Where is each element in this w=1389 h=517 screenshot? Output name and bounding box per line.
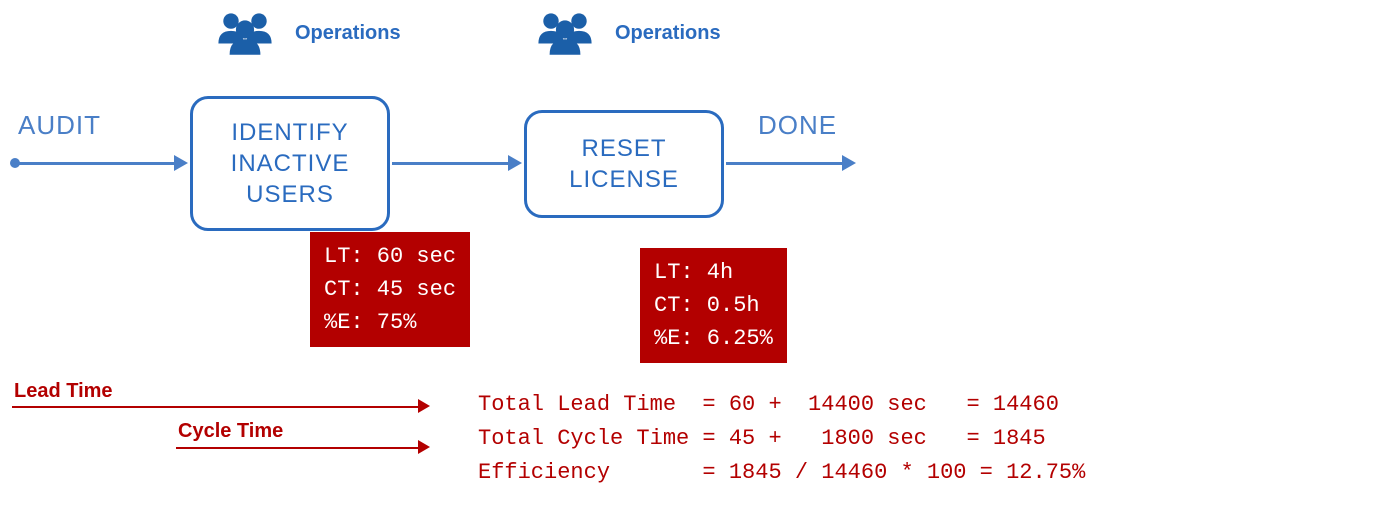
arrow-1-head xyxy=(174,155,188,171)
legend-lead-line xyxy=(12,406,420,408)
role-label-2: Operations xyxy=(615,22,721,45)
process-node-reset: RESET LICENSE xyxy=(524,110,724,218)
value-stream-diagram: Operations Operations AUDIT IDENTIFY INA… xyxy=(0,0,1389,517)
legend-cycle-arrow xyxy=(418,440,430,454)
node-2-text: RESET LICENSE xyxy=(569,133,679,195)
people-icon xyxy=(210,8,280,58)
metrics-box-2: LT: 4h CT: 0.5h %E: 6.25% xyxy=(640,248,787,363)
node-1-text: IDENTIFY INACTIVE USERS xyxy=(231,117,350,211)
legend-lead-arrow xyxy=(418,399,430,413)
metrics-box-1: LT: 60 sec CT: 45 sec %E: 75% xyxy=(310,232,470,347)
arrow-2 xyxy=(392,162,510,165)
arrow-1 xyxy=(18,162,176,165)
arrow-2-head xyxy=(508,155,522,171)
flow-end-label: DONE xyxy=(758,110,837,141)
arrow-3 xyxy=(726,162,844,165)
process-node-identify: IDENTIFY INACTIVE USERS xyxy=(190,96,390,231)
legend-cycle-label: Cycle Time xyxy=(178,420,283,443)
calculation-block: Total Lead Time = 60 + 14400 sec = 14460… xyxy=(478,388,1085,490)
legend-lead-label: Lead Time xyxy=(14,380,113,403)
legend-cycle-line xyxy=(176,447,420,449)
people-icon xyxy=(530,8,600,58)
flow-start-label: AUDIT xyxy=(18,110,101,141)
arrow-3-head xyxy=(842,155,856,171)
role-label-1: Operations xyxy=(295,22,401,45)
